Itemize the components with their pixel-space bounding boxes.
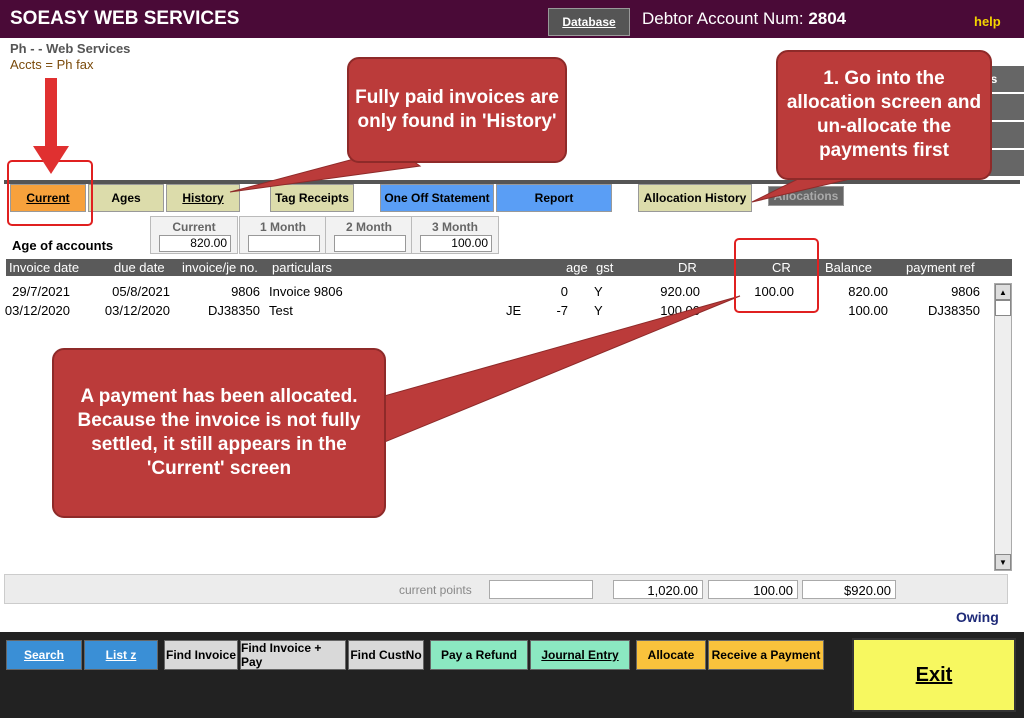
age-bucket-value[interactable]	[334, 235, 406, 252]
tab-allocations[interactable]: Allocations	[768, 186, 844, 206]
age-bucket-value[interactable]	[248, 235, 320, 252]
cell-number: 9806	[231, 284, 260, 299]
col-age[interactable]: age	[566, 260, 588, 275]
receive-payment-button[interactable]: Receive a Payment	[708, 640, 824, 670]
age-of-accounts-title: Age of accounts	[12, 238, 114, 253]
col-due-date[interactable]: due date	[114, 260, 165, 275]
cell-gst: Y	[594, 303, 603, 318]
balance-total-field: $920.00	[802, 580, 896, 599]
find-invoice-button[interactable]: Find Invoice	[164, 640, 238, 670]
cell-particulars: Test	[269, 303, 293, 318]
cell-due-date: 05/8/2021	[112, 284, 170, 299]
callout-allocation-note: 1. Go into the allocation screen and un-…	[776, 50, 992, 180]
col-payment-ref[interactable]: payment ref	[906, 260, 975, 275]
current-points-field[interactable]	[489, 580, 593, 599]
red-down-arrow-icon	[33, 146, 69, 174]
customer-phone-line: Ph - - Web Services	[10, 41, 131, 56]
age-bucket-label: 2 Month	[346, 220, 392, 234]
database-button[interactable]: Database	[548, 8, 630, 36]
app-title: SOEASY WEB SERVICES	[10, 8, 240, 29]
scroll-down-arrow-icon[interactable]: ▼	[995, 554, 1011, 570]
cell-number: DJ38350	[207, 303, 260, 318]
tab-one-off-statement[interactable]: One Off Statement	[380, 184, 494, 212]
col-balance[interactable]: Balance	[825, 260, 872, 275]
cell-particulars: Invoice 9806	[269, 284, 343, 299]
tab-ages[interactable]: Ages	[88, 184, 164, 212]
cell-invoice-date: 29/7/2021	[12, 284, 70, 299]
cell-age: -7	[556, 303, 568, 318]
age-bucket-label: 1 Month	[260, 220, 306, 234]
cell-balance: 100.00	[848, 303, 888, 318]
tab-current[interactable]: Current	[10, 184, 86, 212]
col-invoice-no[interactable]: invoice/je no.	[182, 260, 258, 275]
age-bucket-1-month: 1 Month	[239, 216, 327, 254]
tab-history[interactable]: History	[166, 184, 240, 212]
list-z-button[interactable]: List z	[84, 640, 158, 670]
current-points-label: current points	[399, 583, 472, 597]
help-link[interactable]: help	[974, 14, 1001, 29]
cell-gst: Y	[594, 284, 603, 299]
age-bucket-2-month: 2 Month	[325, 216, 413, 254]
account-number-display: Debtor Account Num: 2804	[642, 9, 846, 29]
pay-refund-button[interactable]: Pay a Refund	[430, 640, 528, 670]
age-bucket-3-month: 3 Month 100.00	[411, 216, 499, 254]
col-gst[interactable]: gst	[596, 260, 613, 275]
age-bucket-label: Current	[172, 220, 216, 234]
cell-dr: 100.00	[660, 303, 700, 318]
account-status: Owing	[956, 609, 999, 625]
cr-total-field: 100.00	[708, 580, 798, 599]
tab-allocation-history[interactable]: Allocation History	[638, 184, 752, 212]
cell-cr: 100.00	[754, 284, 794, 299]
col-particulars[interactable]: particulars	[272, 260, 332, 275]
scroll-thumb[interactable]	[995, 300, 1011, 316]
age-bucket-current: Current 820.00	[150, 216, 238, 254]
age-bucket-value[interactable]: 100.00	[420, 235, 492, 252]
customer-accounts-line: Accts = Ph fax	[10, 57, 94, 72]
grid-scrollbar[interactable]: ▲ ▼	[994, 283, 1012, 571]
table-row[interactable]: 03/12/2020 03/12/2020 DJ38350 Test JE -7…	[4, 303, 992, 322]
account-label: Debtor Account Num:	[642, 9, 804, 28]
callout-payment-note: A payment has been allocated. Because th…	[52, 348, 386, 518]
totals-bar: current points 1,020.00 100.00 $920.00	[4, 574, 1008, 604]
arrow-shaft	[45, 78, 57, 146]
cell-payment-ref: 9806	[951, 284, 980, 299]
dr-total-field: 1,020.00	[613, 580, 703, 599]
title-bar: SOEASY WEB SERVICES Database Debtor Acco…	[0, 0, 1024, 38]
col-dr[interactable]: DR	[678, 260, 697, 275]
journal-entry-button[interactable]: Journal Entry	[530, 640, 630, 670]
cell-dr: 920.00	[660, 284, 700, 299]
col-cr[interactable]: CR	[772, 260, 791, 275]
allocate-button[interactable]: Allocate	[636, 640, 706, 670]
table-row[interactable]: 29/7/2021 05/8/2021 9806 Invoice 9806 0 …	[6, 284, 992, 303]
exit-button[interactable]: Exit	[852, 638, 1016, 712]
tab-tag-receipts[interactable]: Tag Receipts	[270, 184, 354, 212]
cell-invoice-date: 03/12/2020	[4, 303, 70, 318]
cell-type: JE	[506, 303, 522, 318]
cell-balance: 820.00	[848, 284, 888, 299]
col-invoice-date[interactable]: Invoice date	[9, 260, 79, 275]
search-button[interactable]: Search	[6, 640, 82, 670]
callout-history-note: Fully paid invoices are only found in 'H…	[347, 57, 567, 163]
transactions-grid-header: Invoice date due date invoice/je no. par…	[6, 259, 1012, 276]
find-invoice-pay-button[interactable]: Find Invoice + Pay	[240, 640, 346, 670]
age-bucket-label: 3 Month	[432, 220, 478, 234]
cell-age: 0	[560, 284, 568, 299]
find-custno-button[interactable]: Find CustNo	[348, 640, 424, 670]
age-bucket-value[interactable]: 820.00	[159, 235, 231, 252]
cell-payment-ref: DJ38350	[927, 303, 980, 318]
tab-report[interactable]: Report	[496, 184, 612, 212]
scroll-up-arrow-icon[interactable]: ▲	[995, 284, 1011, 300]
cell-due-date: 03/12/2020	[104, 303, 170, 318]
account-number: 2804	[808, 9, 847, 28]
